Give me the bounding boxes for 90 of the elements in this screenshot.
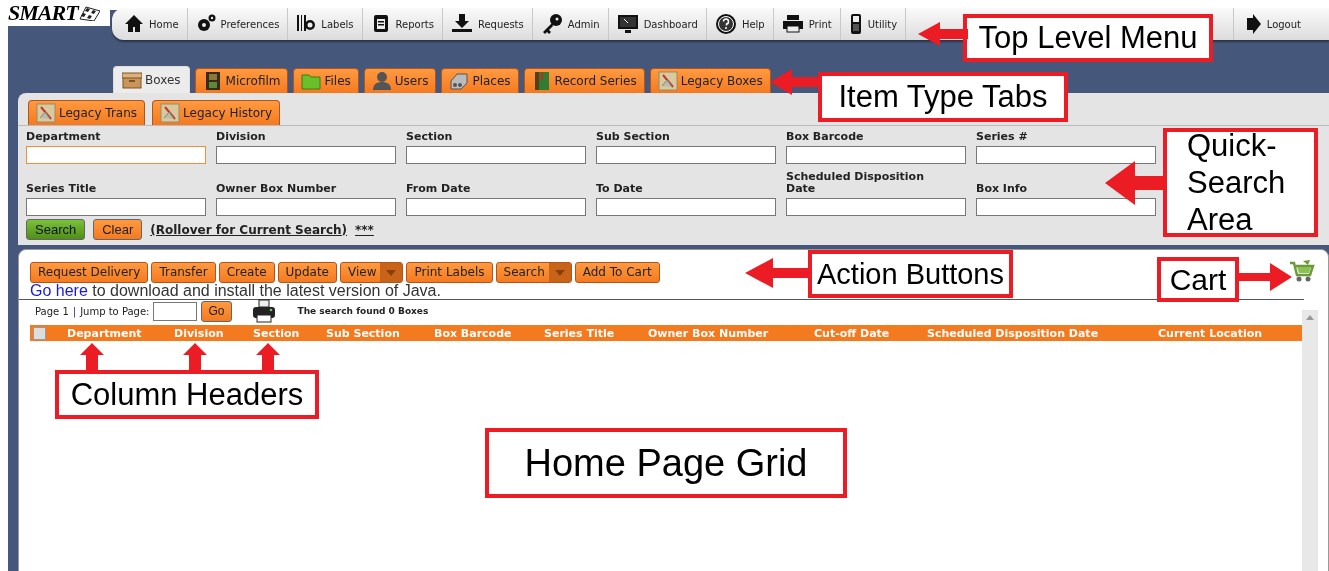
field-label: Series Title: [26, 183, 98, 195]
callout-label: Item Type Tabs: [818, 72, 1068, 122]
input-field[interactable]: [406, 198, 586, 216]
item-type-tab[interactable]: Legacy Boxes: [649, 68, 771, 93]
menu-item[interactable]: Labels: [288, 8, 363, 40]
menu-item[interactable]: Utility: [840, 8, 907, 40]
sub-tab[interactable]: Legacy History: [152, 100, 281, 125]
field-label: Section: [406, 131, 454, 143]
input-field[interactable]: [26, 198, 206, 216]
menu-item[interactable]: Requests: [442, 8, 533, 40]
printer-icon: [781, 13, 804, 35]
item-type-tab[interactable]: Boxes: [113, 66, 190, 93]
field-label: Division: [216, 131, 267, 143]
callout-arrow: [1105, 161, 1165, 205]
callout-label: Column Headers: [55, 370, 319, 419]
handheld-scanner-icon: [848, 13, 863, 35]
menu-item[interactable]: Print: [773, 8, 841, 40]
field-label: To Date: [596, 183, 644, 195]
go-button[interactable]: Go: [201, 300, 232, 322]
item-type-tab[interactable]: Files: [293, 68, 359, 93]
action-button[interactable]: Update: [277, 261, 337, 283]
action-button[interactable]: Print Labels: [406, 261, 493, 283]
callout-label: Action Buttons: [808, 250, 1013, 298]
field-label: Sub Section: [596, 131, 671, 143]
input-field[interactable]: [596, 198, 776, 216]
callout-label: Quick-Search Area: [1163, 128, 1318, 237]
field-label: Series #: [976, 131, 1029, 143]
help-icon: [714, 13, 737, 35]
action-button[interactable]: Search: [495, 261, 572, 283]
field-label: Scheduled Disposition Date: [786, 171, 925, 195]
item-type-tab[interactable]: Places: [441, 68, 519, 93]
field-label: Box Barcode: [786, 131, 865, 143]
person-icon: [371, 71, 392, 91]
rollover-link[interactable]: (Rollover for Current Search): [150, 222, 348, 237]
input-field[interactable]: [976, 198, 1156, 216]
folder-icon: [301, 71, 322, 91]
sub-tab[interactable]: Legacy Trans: [28, 100, 146, 125]
input-field[interactable]: [406, 146, 586, 164]
action-button[interactable]: Add To Cart: [574, 261, 660, 283]
jump-label: Jump to Page:: [80, 305, 150, 317]
checkered-flag-icon: [77, 5, 100, 21]
search-button[interactable]: Search: [26, 219, 86, 240]
clear-button[interactable]: Clear: [93, 219, 143, 240]
menu-item[interactable]: Preferences: [187, 8, 289, 40]
page-number: Page 1: [35, 305, 69, 317]
menu-item[interactable]: Help: [706, 8, 774, 40]
action-button[interactable]: Transfer: [151, 261, 216, 283]
separator: |: [72, 305, 77, 317]
input-field[interactable]: [786, 198, 966, 216]
callout-arrow: [918, 22, 968, 46]
menu-item[interactable]: Dashboard: [608, 8, 707, 40]
more-link[interactable]: ***: [355, 222, 374, 237]
input-field[interactable]: [976, 146, 1156, 164]
page-input[interactable]: [153, 301, 198, 321]
logo: SMART: [8, 0, 78, 26]
input-field[interactable]: [786, 146, 966, 164]
item-type-tab[interactable]: Users: [363, 68, 437, 93]
field-label: Box Info: [976, 183, 1029, 195]
menu-item[interactable]: Admin: [532, 8, 609, 40]
input-field[interactable]: [216, 146, 396, 164]
exit-arrow-icon: [1245, 13, 1262, 35]
field-label: Department: [26, 131, 102, 143]
callout-arrow: [770, 69, 820, 95]
action-button[interactable]: Request Delivery: [30, 261, 149, 283]
printer-icon: [251, 299, 276, 323]
item-type-tab[interactable]: Record Series: [523, 68, 645, 93]
menu-item[interactable]: Reports: [362, 8, 443, 40]
result-count: The search found 0 Boxes: [297, 306, 429, 316]
field-label: Owner Box Number: [216, 183, 338, 195]
action-button[interactable]: View: [340, 261, 404, 283]
download-link[interactable]: Go here: [30, 282, 88, 299]
input-field[interactable]: [26, 146, 206, 164]
cart-icon: [1289, 260, 1315, 284]
menu-item[interactable]: Home: [116, 8, 188, 40]
callout-arrow: [1238, 263, 1292, 291]
home-icon: [124, 13, 144, 35]
item-type-tab[interactable]: Microfilm: [194, 68, 289, 93]
callout-arrow: [745, 258, 809, 288]
box-icon: [122, 70, 142, 90]
callout-label: Home Page Grid: [485, 428, 847, 498]
logout-button[interactable]: Logout: [1233, 8, 1329, 40]
action-button[interactable]: Create: [218, 261, 275, 283]
input-field[interactable]: [216, 198, 396, 216]
field-label: From Date: [406, 183, 472, 195]
callout-label: Top Level Menu: [963, 14, 1213, 62]
download-icon: [450, 13, 473, 35]
input-field[interactable]: [596, 146, 776, 164]
drive-icon: [449, 71, 470, 91]
select-all-checkbox[interactable]: [33, 326, 46, 340]
monitor-icon: [616, 13, 639, 35]
